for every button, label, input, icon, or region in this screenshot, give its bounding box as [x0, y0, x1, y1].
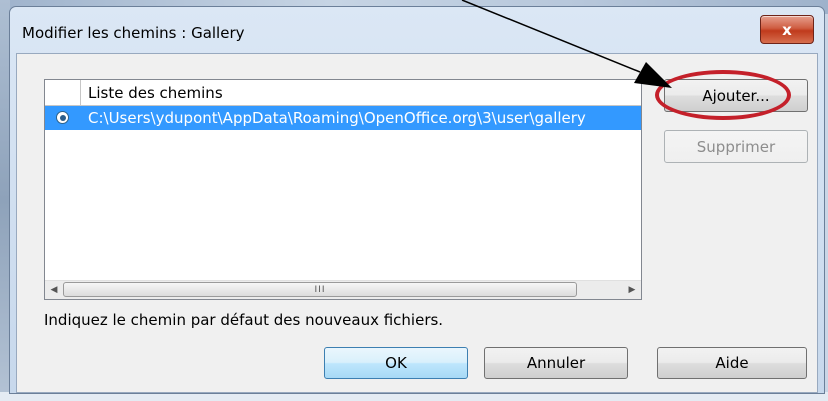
path-text: C:\Users\ydupont\AppData\Roaming\OpenOff… — [88, 109, 586, 127]
dialog-titlebar[interactable]: Modifier les chemins : Gallery x — [10, 7, 824, 53]
grip-icon: III — [314, 284, 326, 295]
cancel-button[interactable]: Annuler — [484, 347, 628, 379]
remove-button[interactable]: Supprimer — [664, 130, 808, 163]
ok-button[interactable]: OK — [324, 347, 468, 379]
paths-list[interactable]: Liste des chemins C:\Users\ydupont\AppDa… — [44, 79, 642, 300]
default-path-radio[interactable] — [56, 111, 69, 124]
ok-button-label: OK — [385, 354, 407, 372]
header-check-column — [45, 80, 81, 105]
add-button[interactable]: Ajouter... — [664, 79, 808, 112]
dialog-title: Modifier les chemins : Gallery — [22, 24, 245, 42]
edit-paths-dialog: Modifier les chemins : Gallery x Liste d… — [9, 6, 825, 394]
triangle-right-icon: ▶ — [628, 285, 636, 295]
dialog-client-area: Liste des chemins C:\Users\ydupont\AppDa… — [16, 53, 818, 393]
header-paths-label: Liste des chemins — [88, 84, 223, 102]
scroll-right-arrow[interactable]: ▶ — [623, 281, 641, 299]
triangle-left-icon: ◀ — [50, 285, 58, 295]
add-button-label: Ajouter... — [702, 86, 770, 105]
help-button[interactable]: Aide — [657, 347, 807, 379]
close-button[interactable]: x — [760, 15, 814, 44]
cancel-button-label: Annuler — [526, 354, 586, 372]
close-icon: x — [782, 20, 792, 39]
paths-list-header: Liste des chemins — [45, 80, 641, 106]
horizontal-scrollbar[interactable]: ◀ III ▶ — [45, 280, 641, 299]
help-button-label: Aide — [715, 354, 749, 372]
scroll-thumb[interactable]: III — [63, 282, 577, 297]
remove-button-label: Supprimer — [696, 137, 776, 156]
scroll-left-arrow[interactable]: ◀ — [45, 281, 63, 299]
default-path-hint: Indiquez le chemin par défaut des nouvea… — [44, 311, 444, 329]
list-item[interactable]: C:\Users\ydupont\AppData\Roaming\OpenOff… — [45, 106, 641, 130]
